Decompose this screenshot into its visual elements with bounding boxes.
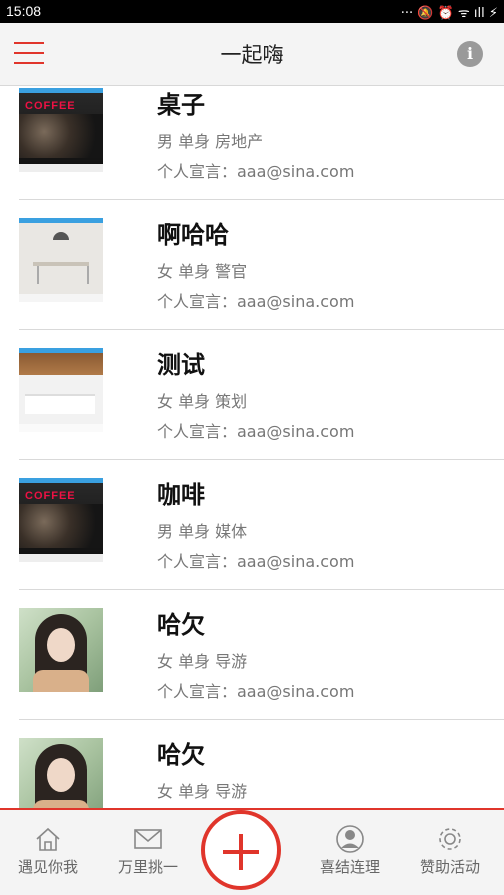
- profile-meta: 男 单身 媒体: [157, 522, 248, 541]
- profile-motto: 个人宣言：aaa@sina.com: [157, 682, 355, 701]
- profile-name: 啊哈哈: [157, 221, 229, 249]
- mail-icon: [108, 824, 188, 854]
- profile-list[interactable]: COFFEE 桌子 男 单身 房地产 个人宣言：aaa@sina.com 啊哈哈…: [0, 86, 504, 808]
- gear-icon: [410, 824, 490, 854]
- profile-meta: 女 单身 策划: [157, 392, 248, 411]
- tab-marry[interactable]: 喜结连理: [310, 824, 390, 877]
- tab-pick[interactable]: 万里挑一: [108, 824, 188, 877]
- tab-sponsor[interactable]: 赞助活动: [410, 824, 490, 877]
- list-item[interactable]: COFFEE 咖啡 男 单身 媒体 个人宣言：aaa@sina.com: [0, 460, 504, 590]
- info-icon[interactable]: i: [457, 41, 483, 67]
- list-item[interactable]: 测试 女 单身 策划 个人宣言：aaa@sina.com: [0, 330, 504, 460]
- dining-room-photo: [19, 218, 103, 302]
- tab-label: 万里挑一: [117, 858, 178, 876]
- user-icon: [310, 824, 390, 854]
- profile-name: 桌子: [157, 91, 205, 119]
- person-photo: [19, 608, 103, 692]
- cafe-photo: COFFEE: [19, 478, 103, 562]
- profile-motto: 个人宣言：aaa@sina.com: [157, 552, 355, 571]
- profile-meta: 女 单身 导游: [157, 652, 248, 671]
- add-button[interactable]: [201, 810, 281, 890]
- home-icon: [8, 824, 88, 854]
- person-photo: [19, 738, 103, 808]
- list-item[interactable]: COFFEE 桌子 男 单身 房地产 个人宣言：aaa@sina.com: [0, 86, 504, 200]
- tab-label: 遇见你我: [17, 858, 78, 876]
- tab-label: 喜结连理: [319, 858, 380, 876]
- profile-name: 哈欠: [157, 611, 205, 639]
- app-header: 一起嗨 i: [0, 23, 504, 86]
- profile-meta: 男 单身 房地产: [157, 132, 264, 151]
- profile-meta: 女 单身 导游: [157, 782, 248, 801]
- profile-meta: 女 单身 警官: [157, 262, 248, 281]
- list-item[interactable]: 啊哈哈 女 单身 警官 个人宣言：aaa@sina.com: [0, 200, 504, 330]
- kitchen-photo: [19, 348, 103, 432]
- tab-meet[interactable]: 遇见你我: [8, 824, 88, 877]
- status-icons: ··· 🔕 ⏰ ᯤ ıll ⚡: [400, 6, 498, 21]
- list-item[interactable]: 哈欠 女 单身 导游: [0, 720, 504, 808]
- profile-name: 哈欠: [157, 741, 205, 769]
- status-time: 15:08: [6, 3, 42, 19]
- page-title: 一起嗨: [220, 43, 284, 67]
- profile-motto: 个人宣言：aaa@sina.com: [157, 422, 355, 441]
- profile-motto: 个人宣言：aaa@sina.com: [157, 162, 355, 181]
- profile-name: 咖啡: [157, 481, 205, 509]
- status-bar: 15:08 ··· 🔕 ⏰ ᯤ ıll ⚡: [0, 0, 504, 23]
- profile-motto: 个人宣言：aaa@sina.com: [157, 292, 355, 311]
- profile-name: 测试: [157, 351, 205, 379]
- list-item[interactable]: 哈欠 女 单身 导游 个人宣言：aaa@sina.com: [0, 590, 504, 720]
- tab-label: 赞助活动: [419, 858, 480, 876]
- cafe-photo: COFFEE: [19, 88, 103, 172]
